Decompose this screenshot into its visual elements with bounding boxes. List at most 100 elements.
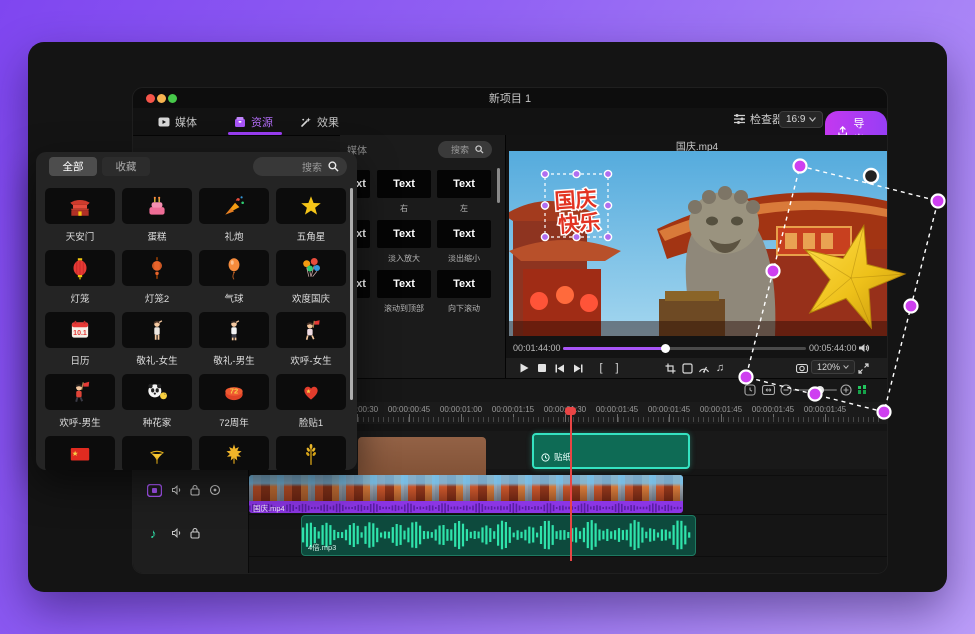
svg-text:72: 72 [230,387,238,396]
audio-track-badge: ♪ [150,526,157,541]
sticker-item[interactable] [276,436,346,470]
minimize-window-button[interactable] [157,94,166,103]
tab-resources[interactable]: 资源 [234,112,273,132]
seek-bar-fill [563,347,665,350]
sticker-item[interactable] [199,436,269,470]
audio-clip[interactable]: 4倍.mp3 [301,515,696,556]
cake72-icon: 72 [221,379,247,405]
media-icon [158,116,170,128]
sticker-item[interactable] [276,312,346,348]
video-lock-button[interactable] [190,484,200,496]
sticker-item[interactable]: 10.1 [45,312,115,348]
close-window-button[interactable] [146,94,155,103]
audio-meter-icon[interactable] [855,383,869,397]
preview-panel: 国庆.mp4 [505,135,887,378]
sticker-panel-scrollbar[interactable] [350,188,353,400]
snapshot-button[interactable] [794,360,810,376]
text-preset-item[interactable]: Text [377,220,431,248]
zoom-in-button[interactable] [839,383,853,397]
sticker-item[interactable] [276,188,346,224]
sticker-item[interactable] [122,312,192,348]
sticker-item[interactable] [276,374,346,410]
stop-button[interactable] [534,360,550,376]
history-button[interactable] [743,383,757,397]
timeline-zoom-slider[interactable] [793,389,837,391]
speed-button[interactable] [696,360,712,376]
sticker-item[interactable] [45,250,115,286]
zoom-out-button[interactable] [779,383,793,397]
sticker-item[interactable] [199,188,269,224]
sticker-tab-all[interactable]: 全部 [49,157,97,176]
sticker-item[interactable]: 72 [199,374,269,410]
ginkgo-icon [144,441,170,467]
inspector-icon [733,113,746,125]
inspector-button[interactable]: 检查器 [733,111,783,127]
seek-knob[interactable] [661,344,670,353]
playhead-handle[interactable] [565,407,576,415]
sticker-item[interactable] [122,436,192,470]
sticker-tab-favorites-label: 收藏 [116,159,137,174]
playhead-line[interactable] [570,415,572,561]
volume-icon[interactable] [858,342,870,354]
video-viewport[interactable] [509,151,887,336]
sticker-item-label: 72周年 [199,415,269,429]
aspect-ratio-select[interactable]: 16:9 [779,111,823,128]
text-preset-item[interactable]: Text [437,270,491,298]
text-presets-panel: 媒体 搜索 TextText右Text左TextText淡入放大Text淡出缩小… [340,135,505,378]
video-clip[interactable]: 国庆.mp4 [249,475,683,513]
sticker-item[interactable] [199,312,269,348]
sticker-item[interactable] [122,374,192,410]
timeline-zoom-knob[interactable] [816,386,824,394]
preview-zoom-select[interactable]: 120% [811,360,855,374]
balloon-icon [221,255,247,281]
search-placeholder: 搜索 [302,159,322,174]
video-target-button[interactable] [209,484,221,496]
tab-media[interactable]: 媒体 [158,112,197,132]
sticker-item[interactable] [45,188,115,224]
preview-zoom-value: 120% [817,362,840,372]
sticker-tab-favorites[interactable]: 收藏 [102,157,150,176]
sticker-item[interactable] [45,436,115,470]
sticker-item[interactable] [276,250,346,286]
text-preset-item[interactable]: Text [377,270,431,298]
video-clip-audio-strip: 国庆.mp4 [249,501,683,513]
canvas-button[interactable] [679,360,695,376]
sticker-tab-all-label: 全部 [63,159,84,174]
zoom-window-button[interactable] [168,94,177,103]
sticker-item-label: 欢度国庆 [276,291,346,305]
tab-media-label: 媒体 [175,114,197,130]
fit-timeline-button[interactable] [761,383,775,397]
text-preset-item[interactable]: Text [377,170,431,198]
sticker-item[interactable] [199,250,269,286]
play-button[interactable] [516,360,532,376]
crop-button[interactable] [662,360,678,376]
sticker-search-input[interactable]: 搜索 [253,157,347,176]
sticker-item[interactable] [45,374,115,410]
sticker-item[interactable] [122,250,192,286]
text-preset-item[interactable]: Text [437,220,491,248]
mark-out-button[interactable]: ] [609,360,625,376]
text-search-input[interactable]: 搜索 [438,141,492,158]
audio-lock-button[interactable] [190,527,200,539]
text-preset-item[interactable]: Text [437,170,491,198]
audio-mute-button[interactable] [171,527,183,539]
sticker-item[interactable] [122,188,192,224]
titlebar: 新项目 1 [133,88,887,108]
tab-effects[interactable]: 效果 [300,112,339,132]
next-frame-button[interactable] [570,360,586,376]
sticker-clip[interactable]: 贴纸 [532,433,690,469]
duration-clock-icon [541,453,550,462]
calendar-icon: 10.1 [67,317,93,343]
video-clip-filmstrip [249,475,683,501]
fullscreen-button[interactable] [855,360,871,376]
video-mute-button[interactable] [171,484,183,496]
previous-frame-button[interactable] [552,360,568,376]
sticker-item-label: 礼炮 [199,229,269,243]
audio-button[interactable]: ♫ [712,360,728,376]
sticker-item-label: 日历 [45,353,115,367]
video-clip-waveform [249,502,683,513]
mark-in-button[interactable]: [ [593,360,609,376]
text-panel-scrollbar[interactable] [497,168,500,203]
seek-bar[interactable] [563,347,806,350]
total-time: 00:05:44:00 [809,343,857,353]
